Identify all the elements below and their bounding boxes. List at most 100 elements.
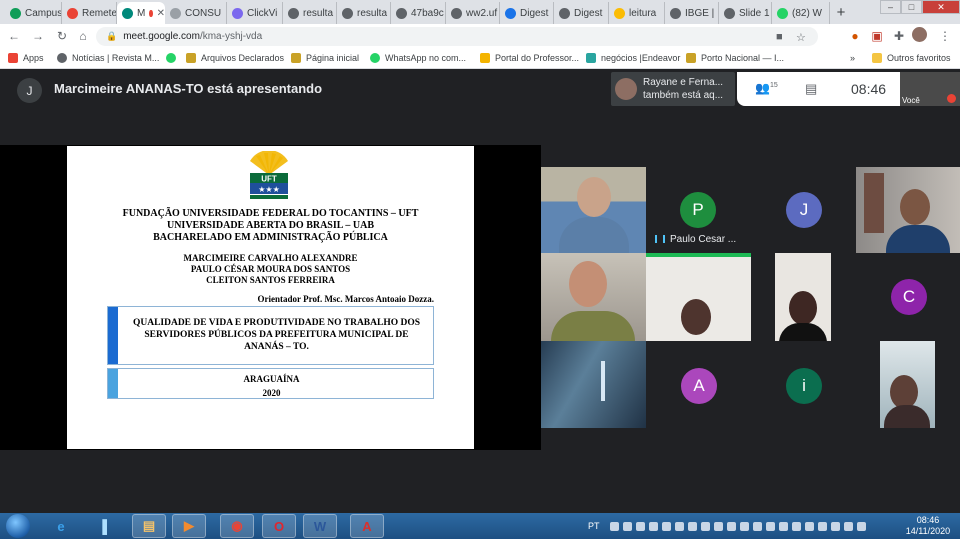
home-icon[interactable]: ⌂ xyxy=(74,27,92,45)
endeavor-icon xyxy=(586,53,596,63)
explorer-icon[interactable]: ▌ xyxy=(90,514,124,538)
language-indicator[interactable]: PT xyxy=(588,521,600,531)
reload-icon[interactable]: ↻ xyxy=(53,27,71,45)
self-view-tile[interactable]: Você xyxy=(900,72,960,106)
participant-shirt xyxy=(884,405,930,428)
volume-icon[interactable] xyxy=(687,521,697,531)
browser-tab[interactable]: CONSU xyxy=(165,2,227,24)
folder-icon[interactable]: ▤ xyxy=(132,514,166,538)
acrobat-icon[interactable]: A xyxy=(350,514,384,538)
window-minimize-button[interactable]: – xyxy=(880,0,901,14)
participant-tile-a[interactable]: A xyxy=(646,341,751,428)
bookmark-item[interactable]: Página inicial xyxy=(291,53,359,63)
bookmark-item[interactable]: Arquivos Declarados xyxy=(186,53,284,63)
back-icon[interactable]: ← xyxy=(5,27,23,45)
participant-tile-woman-screen[interactable] xyxy=(646,253,751,341)
cloud-icon[interactable] xyxy=(843,521,853,531)
alert-icon[interactable] xyxy=(791,521,801,531)
media-player-icon[interactable]: ▶ xyxy=(172,514,206,538)
bookmark-item[interactable]: » xyxy=(850,53,855,63)
bookmark-item[interactable] xyxy=(166,53,181,63)
browser-tab[interactable]: ww2.uf xyxy=(446,2,500,24)
browser-tab[interactable]: ClickVi xyxy=(227,2,283,24)
opera-icon[interactable]: O xyxy=(262,514,296,538)
participant-tile-i[interactable]: i xyxy=(751,341,856,428)
browser-tab[interactable]: resulta xyxy=(283,2,337,24)
word-icon[interactable]: W xyxy=(303,514,337,538)
browser-tab[interactable]: Slide 1 xyxy=(719,2,772,24)
bookmark-item[interactable]: Porto Nacional — I... xyxy=(686,53,784,63)
speaker-icon[interactable] xyxy=(765,521,775,531)
url-path: /kma-yshj-vda xyxy=(199,31,263,42)
notification-icon[interactable] xyxy=(700,521,710,531)
close-tab-icon[interactable]: ✕ xyxy=(157,8,165,19)
bookmark-label: WhatsApp no com... xyxy=(385,53,467,63)
shield-icon[interactable] xyxy=(817,521,827,531)
flag-red-icon[interactable] xyxy=(856,521,866,531)
extension-shield-icon[interactable]: ● xyxy=(846,27,864,45)
participant-tile-window[interactable] xyxy=(541,341,646,428)
power-icon[interactable] xyxy=(778,521,788,531)
browser-tab[interactable]: 47ba9c xyxy=(391,2,446,24)
join-notification[interactable]: Rayane e Ferna... também está aq... xyxy=(611,72,735,106)
extension-lock-icon[interactable]: ▣ xyxy=(868,27,886,45)
participant-tile-woman-window[interactable] xyxy=(880,341,935,428)
bookmark-item[interactable]: negócios |Endeavor xyxy=(586,53,680,63)
browser-tab[interactable]: Digest xyxy=(554,2,609,24)
browser-tab[interactable]: resulta xyxy=(337,2,391,24)
browser-tab[interactable]: IBGE | xyxy=(665,2,719,24)
author-1: MARCIMEIRE CARVALHO ALEXANDRE xyxy=(183,253,358,263)
taskbar-clock[interactable]: 08:46 14/11/2020 xyxy=(900,515,956,537)
participant-tile-paulo[interactable]: P Paulo Cesar ... xyxy=(646,167,751,253)
network-icon[interactable] xyxy=(674,521,684,531)
chat-icon[interactable]: ▤ xyxy=(805,81,817,97)
browser-tab[interactable]: Remeter xyxy=(62,2,117,24)
antivirus-icon[interactable] xyxy=(752,521,762,531)
audio-level-icon xyxy=(655,235,665,244)
windows-taskbar: e ▌ ▤ ▶ ◉ O W A PT 08:46 14/11/2020 xyxy=(0,513,960,539)
browser-tab[interactable]: M ✕ xyxy=(117,2,165,24)
window-close-button[interactable]: ✕ xyxy=(922,0,960,14)
participant-tile-woman-glasses[interactable] xyxy=(775,253,831,341)
participant-tile-man-bald[interactable] xyxy=(541,253,646,341)
onedrive-icon[interactable] xyxy=(622,521,632,531)
chat-icon[interactable] xyxy=(830,521,840,531)
bookmark-item[interactable]: Portal do Professor... xyxy=(480,53,579,63)
usb-icon[interactable] xyxy=(739,521,749,531)
bookmark-item[interactable]: Notícias | Revista M... xyxy=(57,53,159,63)
window-maximize-button[interactable]: □ xyxy=(901,0,922,14)
browser-tab[interactable]: Digest xyxy=(500,2,554,24)
participant-tile-man-office[interactable] xyxy=(856,167,960,253)
extensions-puzzle-icon[interactable]: ✚ xyxy=(890,27,908,45)
security-icon[interactable] xyxy=(635,521,645,531)
participant-tile-c[interactable]: C xyxy=(856,253,960,341)
printer-icon[interactable] xyxy=(726,521,736,531)
bookmark-item[interactable]: Apps xyxy=(8,53,44,63)
browser-tab[interactable]: leitura xyxy=(609,2,665,24)
address-bar[interactable]: 🔒 meet.google.com/kma-yshj-vda ■ ☆ xyxy=(96,27,818,46)
participant-tile-man-glasses[interactable] xyxy=(541,167,646,253)
star-icon[interactable]: ☆ xyxy=(796,31,806,44)
browser-tab[interactable]: (82) W xyxy=(772,2,830,24)
ie-icon[interactable]: e xyxy=(44,514,78,538)
menu-kebab-icon[interactable]: ⋮ xyxy=(936,27,954,45)
calendar-icon[interactable] xyxy=(804,521,814,531)
participant-face xyxy=(569,261,607,307)
update-icon[interactable] xyxy=(648,521,658,531)
browser-tab[interactable]: Campus xyxy=(5,2,62,24)
start-button[interactable] xyxy=(6,514,30,538)
tab-label: (82) W xyxy=(792,7,822,19)
chrome-icon[interactable]: ◉ xyxy=(220,514,254,538)
bookmark-item[interactable]: WhatsApp no com... xyxy=(370,53,466,63)
profile-avatar[interactable] xyxy=(912,27,927,42)
flag-icon[interactable] xyxy=(609,521,619,531)
people-button[interactable]: 👥15 xyxy=(755,81,778,95)
bluetooth-icon[interactable] xyxy=(713,521,723,531)
battery-icon[interactable] xyxy=(661,521,671,531)
bookmark-item[interactable]: Outros favoritos xyxy=(872,53,951,63)
participant-tile-j[interactable]: J xyxy=(751,167,856,253)
new-tab-button[interactable]: + xyxy=(832,3,850,21)
bookmark-label: Outros favoritos xyxy=(887,53,951,63)
forward-icon[interactable]: → xyxy=(29,27,47,45)
camera-icon[interactable]: ■ xyxy=(776,31,783,43)
